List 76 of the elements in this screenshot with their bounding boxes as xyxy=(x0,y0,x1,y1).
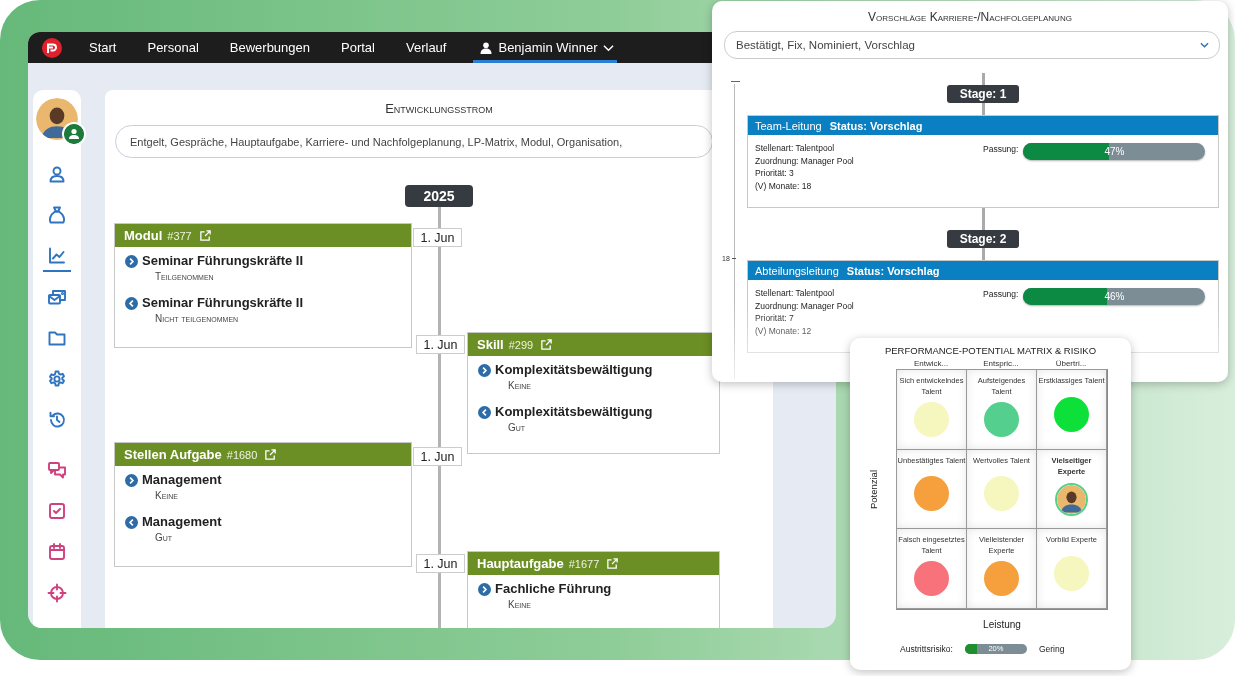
external-link-icon[interactable] xyxy=(606,557,620,570)
nav-tab[interactable]: Personal xyxy=(133,32,216,63)
chevron-left-icon[interactable] xyxy=(125,516,138,529)
detail-text: Stellenart: Talentpool xyxy=(755,288,836,298)
chevron-left-icon[interactable] xyxy=(478,406,491,419)
entry-type: Modul xyxy=(124,228,163,243)
chevron-down-icon xyxy=(603,43,615,52)
column-header: Entwick... xyxy=(912,359,950,368)
risk-rating: Gering xyxy=(1038,643,1065,654)
entry-type: Stellen Aufgabe xyxy=(124,447,222,462)
position-title: Abteilungsleitung xyxy=(755,264,839,277)
status-label: Status: Vorschlag xyxy=(846,264,940,277)
entry-type: Hauptaufgabe xyxy=(477,556,564,571)
entry-status: Keine xyxy=(508,599,532,610)
detail-text: (V) Monate: 12 xyxy=(755,325,813,336)
status-dropdown[interactable]: Bestätigt, Fix, Nominiert, Vorschlag xyxy=(724,31,1220,59)
detail-text: Stellenart: Talentpool xyxy=(755,143,836,153)
entry-type: Skill xyxy=(477,337,504,352)
detail-text: Priorität: 7 xyxy=(755,313,795,323)
avatar xyxy=(1055,482,1088,516)
entry-number: #1680 xyxy=(226,448,258,461)
chevron-right-icon[interactable] xyxy=(125,255,138,268)
logo-icon[interactable] xyxy=(42,37,62,58)
fit-label: Passung: xyxy=(983,144,1019,156)
external-link-icon[interactable] xyxy=(540,338,554,351)
detail-text: Zuordnung: Manager Pool xyxy=(755,155,855,166)
entry-title: Seminar Führungskräfte II xyxy=(142,253,304,268)
detail-text: (V) Monate: 18 xyxy=(755,180,813,191)
chevron-right-icon[interactable] xyxy=(125,474,138,487)
entry-status: Gut xyxy=(155,532,174,543)
date-label: 1. Jun xyxy=(416,335,465,354)
date-label: 1. Jun xyxy=(413,228,462,247)
entry-title: Komplexitätsbewältigung xyxy=(495,362,653,377)
column-header: Entspric... xyxy=(982,359,1020,368)
nav-tab[interactable]: Start xyxy=(75,32,134,63)
axis-label: Potenzial xyxy=(867,469,879,509)
chevron-right-icon[interactable] xyxy=(478,364,491,377)
section-title: Entwicklungsstrom xyxy=(384,101,494,116)
date-label: 1. Jun xyxy=(416,554,465,573)
entry-title: Management xyxy=(142,472,222,487)
external-link-icon[interactable] xyxy=(264,448,278,461)
detail-text: Priorität: 3 xyxy=(755,168,795,178)
position-title: Team-Leitung xyxy=(755,119,822,132)
detail-text: Zuordnung: Manager Pool xyxy=(755,300,855,311)
entry-status: Teilgenommen xyxy=(155,271,215,282)
risk-label: Austrittsrisiko: xyxy=(900,643,953,654)
entry-title: Fachliche Führung xyxy=(495,581,612,596)
chevron-down-icon xyxy=(1200,42,1209,48)
user-menu[interactable]: Benjamin Winner xyxy=(473,32,618,63)
panel-title: PERFORMANCE-POTENTIAL MATRIX & RISIKO xyxy=(883,344,1098,356)
nav-tab[interactable]: Bewerbungen xyxy=(215,32,327,63)
chevron-left-icon[interactable] xyxy=(125,297,138,310)
entry-title: Komplexitätsbewältigung xyxy=(495,404,653,419)
chevron-right-icon[interactable] xyxy=(478,583,491,596)
axis-label: Leistung xyxy=(983,618,1021,630)
external-link-icon[interactable] xyxy=(198,229,212,242)
nav-tab[interactable]: Verlauf xyxy=(392,32,464,63)
entry-number: #299 xyxy=(508,338,534,351)
entry-status: Keine xyxy=(155,490,179,501)
year-badge: 2025 xyxy=(405,185,473,207)
status-label: Status: Vorschlag xyxy=(829,119,923,132)
date-label: 1. Jun xyxy=(413,447,462,466)
entry-status: Nicht teilgenommen xyxy=(155,313,240,324)
column-header: Übertri... xyxy=(1054,359,1088,368)
panel-title: Vorschläge Karriere-/Nachfolgeplanung xyxy=(867,10,1073,24)
entry-number: #1677 xyxy=(568,557,600,570)
entry-status: Gut xyxy=(508,422,527,433)
entry-status: Keine xyxy=(508,380,532,391)
entry-title: Seminar Führungskräfte II xyxy=(142,295,304,310)
entry-title: Management xyxy=(142,514,222,529)
user-icon xyxy=(480,41,493,54)
stage-badge: Stage: 1 xyxy=(947,85,1019,103)
stage-badge: Stage: 2 xyxy=(947,230,1019,248)
nav-tab[interactable]: Portal xyxy=(327,32,392,63)
entry-number: #377 xyxy=(167,229,192,242)
fit-label: Passung: xyxy=(983,289,1019,301)
